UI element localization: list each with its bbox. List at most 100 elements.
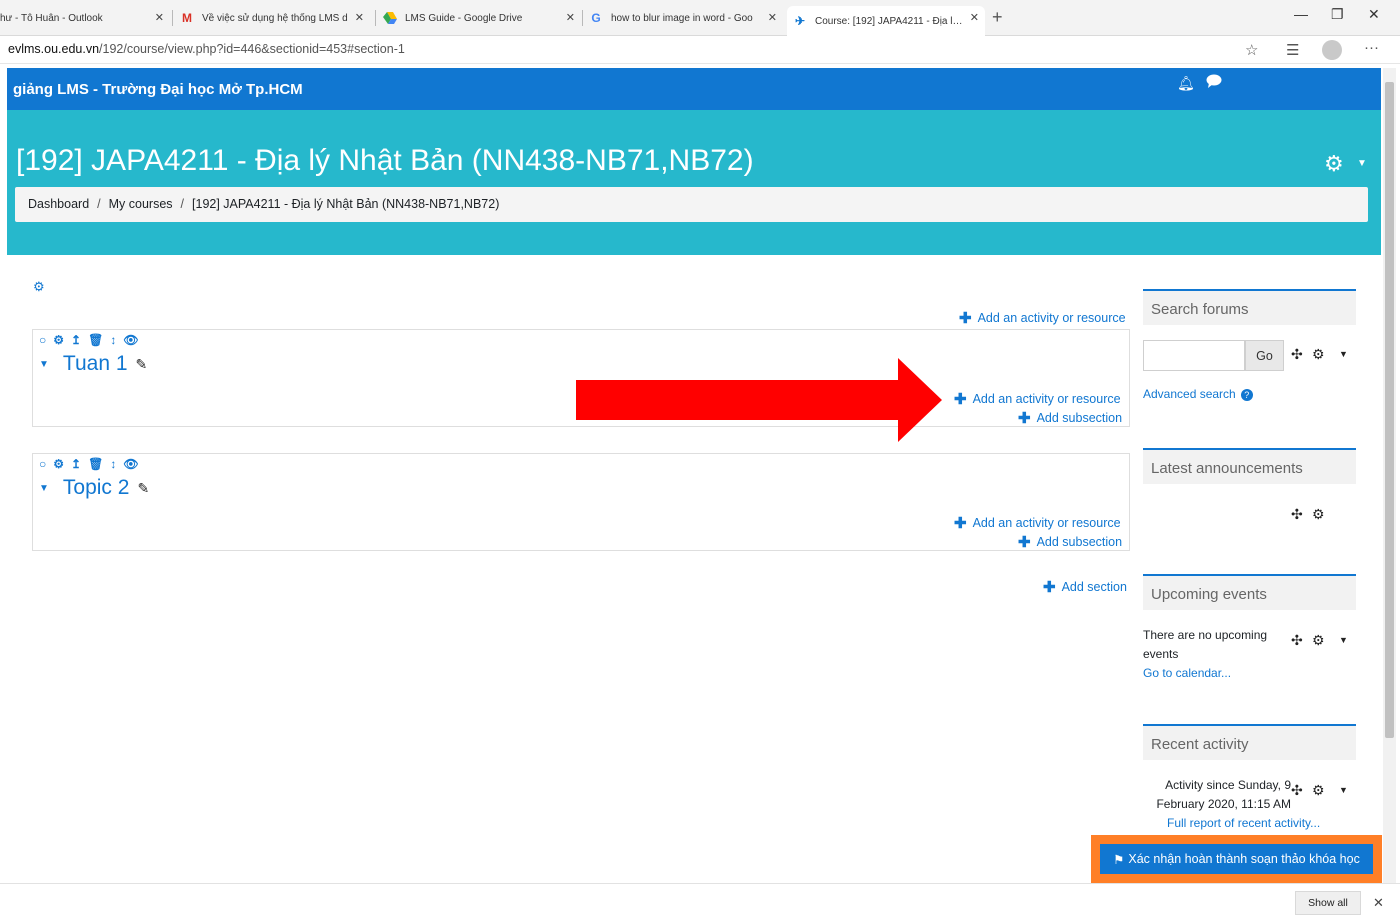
close-icon[interactable]: ✕ — [1373, 895, 1384, 911]
advanced-search-link[interactable]: Advanced search? — [1143, 385, 1253, 404]
gear-icon[interactable]: ⚙ — [1324, 151, 1344, 177]
add-subsection-label: Add subsection — [1036, 535, 1123, 549]
pencil-icon[interactable]: ✎ — [137, 480, 149, 497]
more-icon[interactable]: ··· — [1364, 39, 1379, 56]
section-title[interactable]: ▼ Topic 2 ✎ — [39, 476, 149, 500]
tab-gmail[interactable]: M Về việc sử dụng hệ thống LMS d ✕ — [180, 6, 370, 30]
add-subsection-section-1-button[interactable]: ✚ Add subsection — [1018, 409, 1122, 427]
move-icon[interactable]: ↕ — [110, 333, 116, 347]
new-tab-icon[interactable]: + — [992, 7, 1003, 28]
tab-course[interactable]: ✈ Course: [192] JAPA4211 - Địa lý N ✕ — [787, 6, 985, 36]
move-up-icon[interactable]: ↥ — [71, 333, 81, 347]
window-close-icon[interactable]: ✕ — [1368, 6, 1380, 23]
section-name[interactable]: Tuan 1 — [63, 352, 128, 376]
move-up-icon[interactable]: ↥ — [71, 457, 81, 471]
tab-separator — [375, 10, 376, 26]
block-title-search-forums: Search forums — [1143, 289, 1356, 325]
breadcrumb-current[interactable]: [192] JAPA4211 - Địa lý Nhật Bản (NN438-… — [192, 197, 499, 211]
add-activity-top-button[interactable]: ✚ Add an activity or resource — [959, 309, 1126, 327]
breadcrumb-separator: / — [180, 197, 185, 211]
go-button[interactable]: Go — [1245, 340, 1284, 371]
site-name[interactable]: giảng LMS - Trường Đại học Mở Tp.HCM — [13, 81, 303, 98]
chevron-down-icon[interactable]: ▼ — [1339, 349, 1348, 359]
highlight-icon[interactable]: ○ — [39, 457, 46, 471]
chat-icon[interactable] — [1206, 74, 1222, 92]
eye-icon[interactable]: 👁︎ — [123, 333, 138, 347]
pencil-icon[interactable]: ✎ — [136, 356, 148, 373]
breadcrumb-dashboard[interactable]: Dashboard — [28, 197, 89, 211]
close-icon[interactable]: ✕ — [768, 11, 777, 24]
close-icon[interactable]: ✕ — [155, 11, 164, 24]
add-activity-section-1-button[interactable]: ✚ Add an activity or resource — [954, 390, 1121, 408]
help-icon[interactable]: ? — [1240, 389, 1253, 401]
tab-title: hư - Tô Huân - Outlook — [0, 12, 103, 24]
gear-icon[interactable]: ⚙ — [1312, 632, 1325, 649]
breadcrumb-my-courses[interactable]: My courses — [109, 197, 173, 211]
block-title-latest-announcements: Latest announcements — [1143, 448, 1356, 484]
gear-icon[interactable]: ⚙ — [1312, 782, 1325, 799]
gear-icon[interactable]: ⚙ — [1312, 506, 1325, 523]
favorites-icon[interactable]: ☰ — [1286, 41, 1299, 59]
gear-icon[interactable]: ⚙ — [53, 457, 64, 471]
block-title-upcoming-events: Upcoming events — [1143, 574, 1356, 610]
plus-icon: ✚ — [959, 310, 972, 327]
move-icon[interactable]: ✣ — [1291, 346, 1303, 363]
move-icon[interactable]: ✣ — [1291, 782, 1303, 799]
url-text[interactable]: evlms.ou.edu.vn/192/course/view.php?id=4… — [8, 42, 405, 56]
add-activity-label: Add an activity or resource — [977, 311, 1126, 325]
add-activity-section-2-button[interactable]: ✚ Add an activity or resource — [954, 514, 1121, 532]
breadcrumb: Dashboard / My courses / [192] JAPA4211 - Đị… — [15, 187, 1368, 222]
gear-icon[interactable]: ⚙ — [1312, 346, 1325, 363]
tab-google-drive[interactable]: LMS Guide - Google Drive ✕ — [383, 6, 581, 30]
chevron-down-icon[interactable]: ▼ — [1339, 785, 1348, 795]
search-forums-input[interactable] — [1143, 340, 1245, 371]
star-icon[interactable]: ☆ — [1245, 41, 1258, 59]
scrollbar-thumb[interactable] — [1385, 82, 1394, 738]
bell-icon[interactable]: 🔔︎ — [1177, 75, 1195, 92]
plus-icon: ✚ — [954, 515, 967, 532]
trash-icon[interactable]: 🗑︎ — [88, 457, 103, 471]
close-icon[interactable]: ✕ — [566, 11, 575, 24]
chevron-down-icon[interactable]: ▼ — [39, 483, 49, 494]
close-icon[interactable]: ✕ — [970, 11, 979, 24]
plus-icon: ✚ — [1018, 534, 1031, 551]
confirm-course-complete-button[interactable]: ⚑ Xác nhận hoàn thành soạn thảo khóa học — [1100, 844, 1373, 874]
close-icon[interactable]: ✕ — [355, 11, 364, 24]
address-bar[interactable]: evlms.ou.edu.vn/192/course/view.php?id=4… — [0, 36, 1400, 64]
tab-outlook[interactable]: hư - Tô Huân - Outlook ✕ — [0, 6, 170, 30]
red-arrow-annotation — [576, 358, 942, 442]
add-subsection-label: Add subsection — [1036, 411, 1123, 425]
tab-separator — [172, 10, 173, 26]
full-report-link[interactable]: Full report of recent activity... — [1167, 814, 1320, 833]
tab-title: Course: [192] JAPA4211 - Địa lý N — [815, 15, 968, 27]
add-section-label: Add section — [1061, 580, 1127, 594]
minimize-icon[interactable]: — — [1294, 6, 1308, 22]
eye-icon[interactable]: 👁︎ — [123, 457, 138, 471]
chevron-down-icon[interactable]: ▼ — [39, 359, 49, 370]
chevron-down-icon[interactable]: ▼ — [1339, 635, 1348, 645]
confirm-button-label: Xác nhận hoàn thành soạn thảo khóa học — [1128, 852, 1360, 866]
trash-icon[interactable]: 🗑︎ — [88, 333, 103, 347]
move-icon[interactable]: ✣ — [1291, 506, 1303, 523]
course-section-2: ○ ⚙ ↥ 🗑︎ ↕ 👁︎ ▼ Topic 2 ✎ — [32, 453, 1130, 551]
move-icon[interactable]: ↕ — [110, 457, 116, 471]
profile-avatar-icon[interactable] — [1322, 40, 1342, 60]
tab-separator — [582, 10, 583, 26]
course-settings-gear-icon[interactable]: ⚙ — [33, 279, 45, 295]
add-subsection-section-2-button[interactable]: ✚ Add subsection — [1018, 533, 1122, 551]
go-to-calendar-link[interactable]: Go to calendar... — [1143, 664, 1231, 683]
tab-google-search[interactable]: G how to blur image in word - Goo ✕ — [589, 6, 783, 30]
gear-icon[interactable]: ⚙ — [53, 333, 64, 347]
move-icon[interactable]: ✣ — [1291, 632, 1303, 649]
section-title[interactable]: ▼ Tuan 1 ✎ — [39, 352, 147, 376]
url-path: /192/course/view.php?id=446&sectionid=45… — [99, 42, 405, 56]
section-name[interactable]: Topic 2 — [63, 476, 130, 500]
show-all-button[interactable]: Show all — [1295, 891, 1361, 915]
plus-icon: ✚ — [1018, 410, 1031, 427]
add-section-button[interactable]: ✚ Add section — [1043, 578, 1127, 596]
highlight-icon[interactable]: ○ — [39, 333, 46, 347]
full-report-label: Full report of recent activity... — [1167, 816, 1321, 830]
chevron-down-icon[interactable]: ▼ — [1357, 158, 1367, 169]
drive-icon — [383, 11, 397, 25]
restore-icon[interactable]: ❐ — [1331, 6, 1344, 23]
